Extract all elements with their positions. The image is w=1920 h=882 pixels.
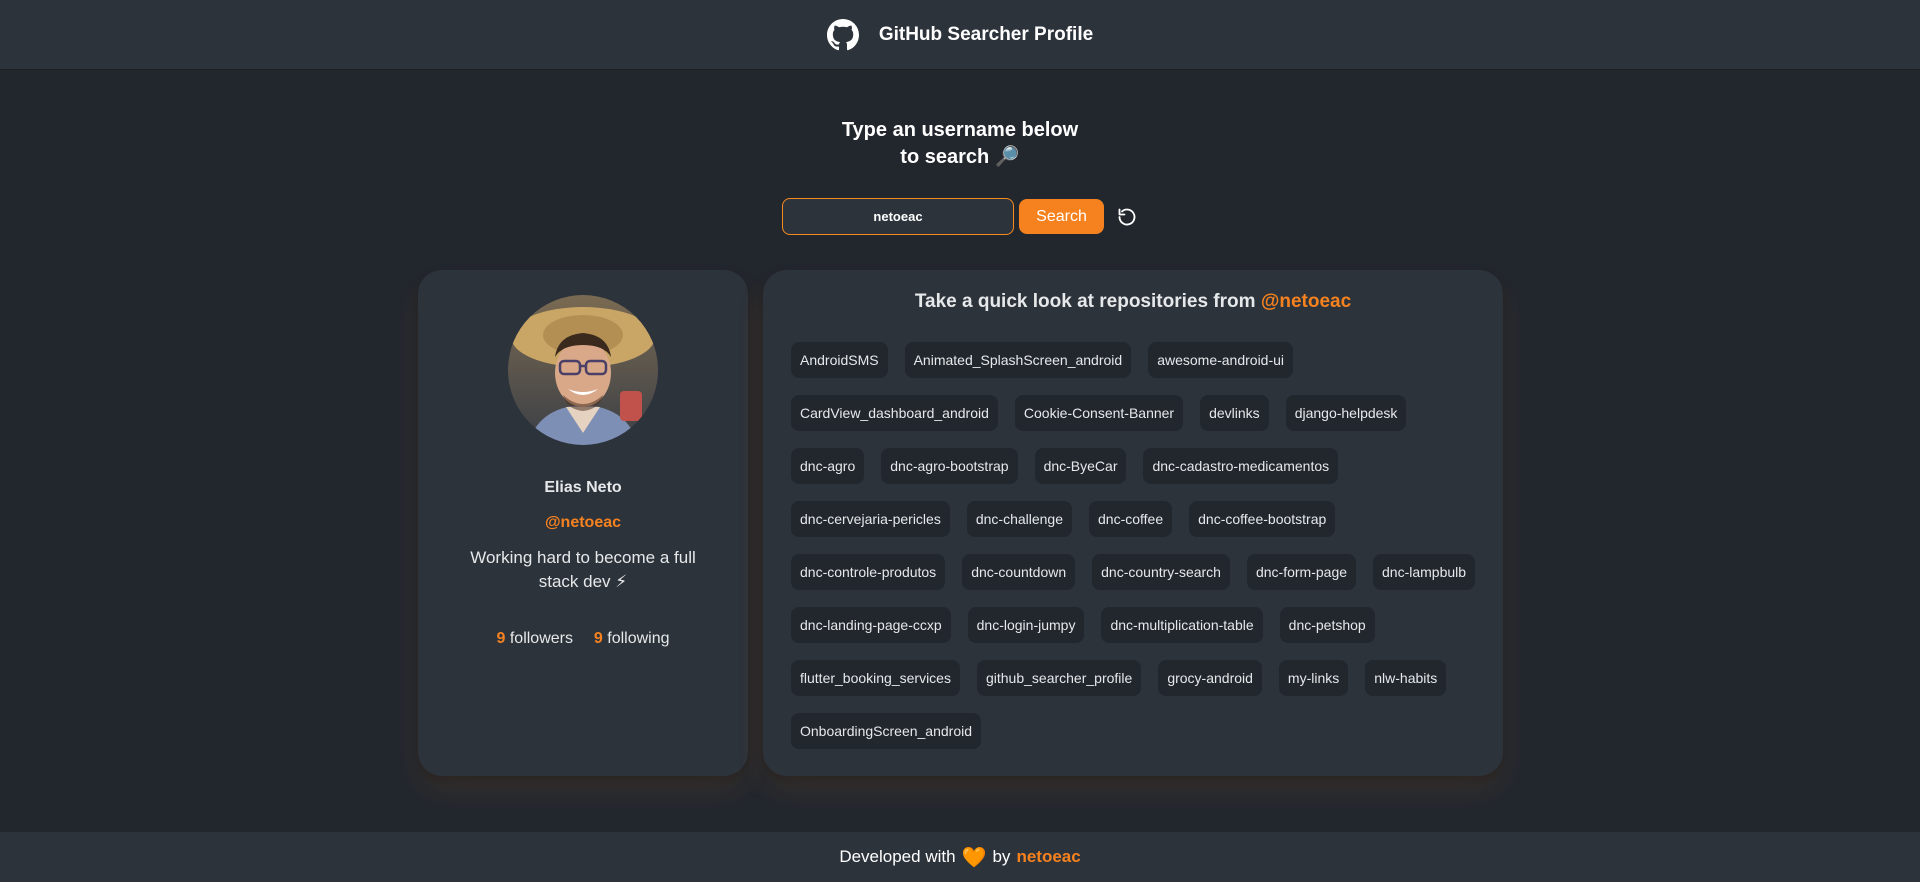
following-count: 9 [593, 630, 603, 647]
repository-chip[interactable]: dnc-cervejaria-pericles [791, 501, 950, 537]
repository-chip[interactable]: Animated_SplashScreen_android [904, 342, 1132, 378]
prompt-line-2: to search 🔎 [0, 144, 1920, 171]
repository-chip[interactable]: dnc-agro [791, 448, 865, 484]
profile-bio: Working hard to become a full stack dev … [470, 548, 696, 591]
repositories-title-user: @netoeac [1260, 291, 1352, 312]
repository-chip[interactable]: dnc-form-page [1246, 554, 1357, 590]
repository-chip[interactable]: my-links [1278, 660, 1349, 696]
app-footer: Developed with 🧡 by netoeac [0, 832, 1920, 882]
repository-chip[interactable]: dnc-multiplication-table [1101, 607, 1263, 643]
avatar-image [508, 295, 658, 445]
profile-stats: 9 followers 9 following [418, 630, 748, 648]
footer-text: Developed with [839, 847, 956, 866]
repository-chip[interactable]: github_searcher_profile [976, 660, 1142, 696]
repository-chip[interactable]: awesome-android-ui [1148, 342, 1294, 378]
repository-chip[interactable]: dnc-landing-page-ccxp [791, 607, 951, 643]
repositories-title-text: Take a quick look at repositories from [914, 291, 1256, 312]
reset-button[interactable] [1115, 205, 1139, 229]
repository-list: AndroidSMS Animated_SplashScreen_android a… [791, 342, 1481, 749]
prompt-line-2-text: to search [900, 146, 990, 168]
following-label: following [607, 630, 670, 647]
repository-chip[interactable]: dnc-agro-bootstrap [881, 448, 1018, 484]
app-header: GitHub Searcher Profile [0, 0, 1920, 70]
repository-chip[interactable]: dnc-countdown [962, 554, 1076, 590]
username-search-input[interactable] [782, 198, 1014, 235]
repository-chip[interactable]: dnc-coffee-bootstrap [1189, 501, 1336, 537]
repositories-card: Take a quick look at repositories from @… [763, 270, 1503, 776]
repository-chip[interactable]: dnc-login-jumpy [967, 607, 1085, 643]
repository-chip[interactable]: dnc-lampbulb [1373, 554, 1476, 590]
profile-login[interactable]: @netoeac [418, 514, 748, 532]
search-button[interactable]: Search [1019, 199, 1104, 234]
repository-chip[interactable]: flutter_booking_services [791, 660, 960, 696]
repository-chip[interactable]: AndroidSMS [791, 342, 888, 378]
repository-chip[interactable]: dnc-challenge [966, 501, 1072, 537]
footer-author-link[interactable]: netoeac [1016, 847, 1080, 867]
avatar [508, 295, 658, 445]
profile-name: Elias Neto [544, 479, 622, 496]
repository-chip[interactable]: grocy-android [1158, 660, 1262, 696]
repository-chip[interactable]: devlinks [1200, 395, 1269, 431]
magnifier-emoji-icon: 🔎 [994, 146, 1020, 168]
followers-label: followers [509, 630, 573, 647]
search-bar: Search [782, 198, 1139, 235]
repository-chip[interactable]: Cookie-Consent-Banner [1014, 395, 1184, 431]
repository-chip[interactable]: django-helpdesk [1285, 395, 1407, 431]
repository-chip[interactable]: dnc-cadastro-medicamentos [1143, 448, 1339, 484]
app-title: GitHub Searcher Profile [878, 23, 1094, 45]
followers-count: 9 [496, 630, 506, 647]
profile-card: Elias Neto @netoeac Working hard to beco… [418, 270, 748, 776]
footer-by: by [992, 847, 1011, 866]
prompt-line-1: Type an username below [841, 119, 1079, 141]
repository-chip[interactable]: nlw-habits [1365, 660, 1447, 696]
repositories-title: Take a quick look at repositories from @… [763, 291, 1503, 313]
github-icon[interactable] [826, 18, 859, 51]
search-prompt: Type an username below to search 🔎 [0, 117, 1920, 171]
repository-chip[interactable]: dnc-country-search [1092, 554, 1230, 590]
refresh-icon [1118, 208, 1136, 225]
repository-chip[interactable]: dnc-controle-produtos [791, 554, 946, 590]
heart-icon: 🧡 [961, 846, 987, 869]
repository-chip[interactable]: dnc-ByeCar [1034, 448, 1127, 484]
repository-chip[interactable]: CardView_dashboard_android [791, 395, 998, 431]
repository-chip[interactable]: dnc-coffee [1089, 501, 1173, 537]
repository-chip[interactable]: dnc-petshop [1279, 607, 1375, 643]
repository-chip[interactable]: OnboardingScreen_android [791, 713, 982, 749]
